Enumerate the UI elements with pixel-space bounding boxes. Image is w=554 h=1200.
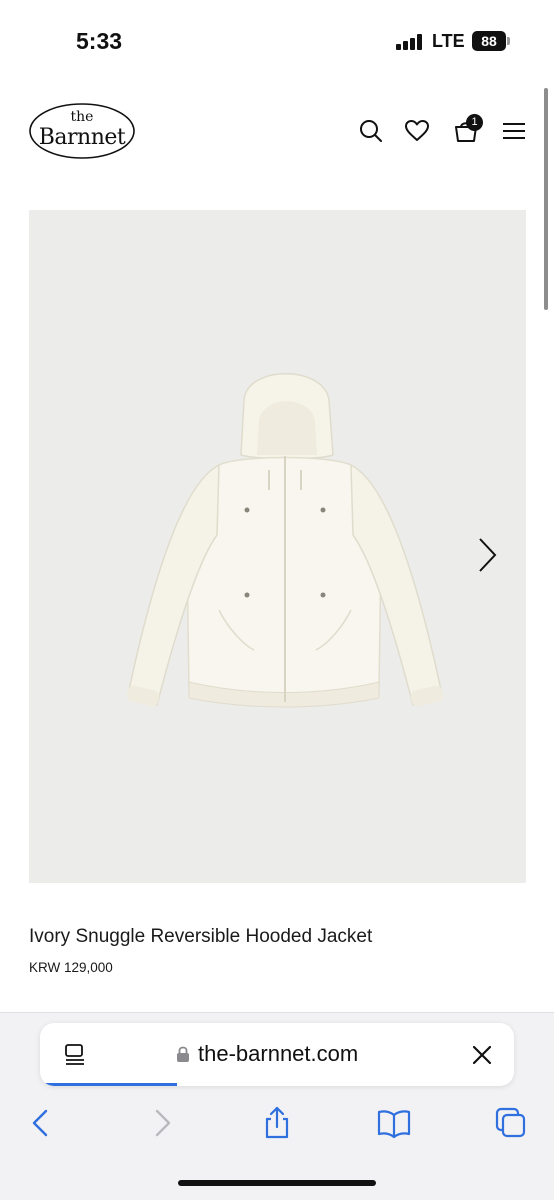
forward-icon[interactable] — [143, 1105, 179, 1141]
cart-count-badge: 1 — [466, 114, 483, 131]
address-bar[interactable]: the-barnnet.com — [40, 1023, 514, 1086]
close-icon[interactable] — [470, 1043, 494, 1067]
signal-icon — [396, 34, 424, 50]
status-time: 5:33 — [76, 28, 123, 54]
status-bar: 5:33 LTE 88 — [0, 0, 554, 84]
page-load-progress — [40, 1083, 178, 1086]
tabs-icon[interactable] — [493, 1105, 529, 1141]
logo-the-text: the — [70, 109, 94, 125]
browser-toolbar: the-barnnet.com — [0, 1012, 554, 1200]
search-icon[interactable] — [357, 117, 385, 145]
product-title[interactable]: Ivory Snuggle Reversible Hooded Jacket — [29, 926, 372, 948]
battery-tip — [507, 37, 510, 45]
product-image[interactable] — [29, 210, 526, 883]
battery-icon: 88 — [472, 31, 506, 51]
jacket-photo — [126, 373, 444, 708]
share-icon[interactable] — [259, 1105, 295, 1141]
lock-icon — [176, 1045, 190, 1063]
home-indicator[interactable] — [178, 1180, 376, 1186]
url-text[interactable]: the-barnnet.com — [198, 1041, 358, 1067]
logo-name-text: Barnnet — [38, 125, 126, 150]
network-label: LTE — [432, 31, 465, 51]
product-price: KRW 129,000 — [29, 960, 113, 975]
menu-icon[interactable] — [500, 117, 528, 145]
back-icon[interactable] — [24, 1105, 60, 1141]
brand-logo[interactable]: the Barnnet — [28, 101, 136, 161]
next-image-arrow-icon[interactable] — [475, 535, 499, 575]
page-menu-icon[interactable] — [62, 1042, 88, 1068]
heart-icon[interactable] — [403, 117, 431, 145]
bookmarks-icon[interactable] — [376, 1105, 412, 1141]
site-header: the Barnnet 1 — [0, 95, 554, 167]
